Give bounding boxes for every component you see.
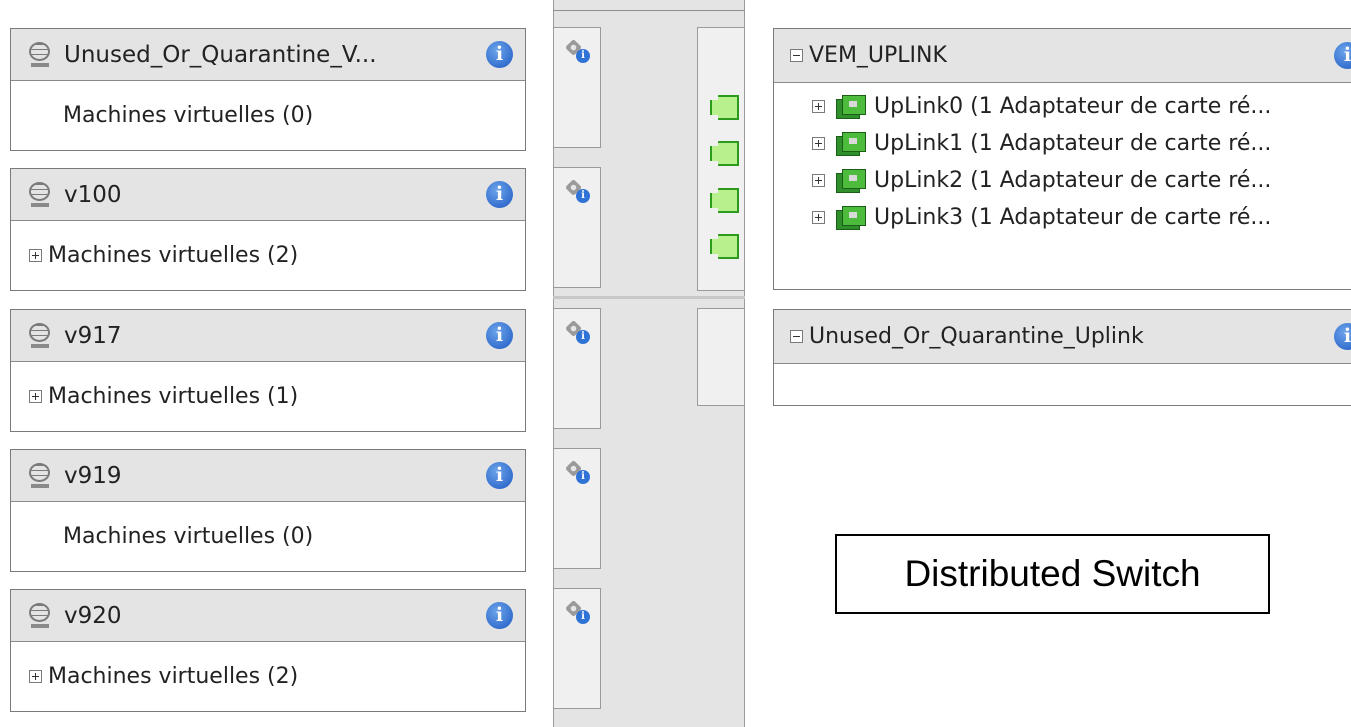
uplink-group-panel: VEM_UPLINK i UpLink0 (1 Adaptateur de ca… [773,28,1351,290]
vm-list-row: Machines virtuelles (0) [11,502,525,570]
vm-list-row: Machines virtuelles (1) [11,362,525,430]
collapse-icon[interactable] [790,330,803,343]
vm-list-row: Machines virtuelles (2) [11,221,525,289]
port-settings-icon[interactable]: i [565,460,590,485]
uplink-port-box-1 [697,308,745,406]
port-group-panel: v920 i Machines virtuelles (2) [10,589,526,712]
port-group-name[interactable]: v917 [64,323,122,349]
expand-icon[interactable] [812,174,825,187]
uplink-item[interactable]: UpLink0 (1 Adaptateur de carte ré... [774,88,1351,125]
caption-label: Distributed Switch [835,534,1270,614]
vm-count-label[interactable]: Machines virtuelles (1) [48,384,298,409]
info-icon[interactable]: i [486,322,513,349]
network-adapter-icon [836,94,866,119]
uplink-group-panel: Unused_Or_Quarantine_Uplink i [773,309,1351,406]
port-box-0[interactable]: i [553,27,601,148]
port-settings-icon[interactable]: i [565,179,590,204]
vm-count-label: Machines virtuelles (0) [63,102,314,128]
vm-list-row: Machines virtuelles (2) [11,642,525,710]
network-adapter-icon [836,131,866,156]
uplink-group-header[interactable]: Unused_Or_Quarantine_Uplink i [774,310,1351,364]
port-group-name[interactable]: v919 [64,463,122,489]
collapse-icon[interactable] [790,49,803,62]
port-group-name[interactable]: Unused_Or_Quarantine_V... [64,42,377,68]
uplink-label[interactable]: UpLink2 (1 Adaptateur de carte ré... [874,168,1271,193]
port-group-panel: v100 i Machines virtuelles (2) [10,168,526,291]
vm-count-label: Machines virtuelles (0) [63,523,314,549]
network-adapter-icon [836,168,866,193]
port-group-name[interactable]: v920 [64,603,122,629]
port-group-header[interactable]: Unused_Or_Quarantine_V... i [11,29,525,81]
globe-icon [28,41,52,68]
port-group-header[interactable]: v100 i [11,169,525,221]
network-adapter-icon [836,205,866,230]
uplink-label[interactable]: UpLink0 (1 Adaptateur de carte ré... [874,94,1271,119]
info-icon[interactable]: i [486,602,513,629]
expand-icon[interactable] [29,389,42,403]
port-settings-icon[interactable]: i [565,600,590,625]
port-box-2[interactable]: i [553,308,601,429]
uplink-item[interactable]: UpLink2 (1 Adaptateur de carte ré... [774,162,1351,199]
port-box-1[interactable]: i [553,167,601,288]
port-group-panel: v917 i Machines virtuelles (1) [10,309,526,432]
info-icon[interactable]: i [1334,323,1351,350]
uplink-label[interactable]: UpLink1 (1 Adaptateur de carte ré... [874,131,1271,156]
info-icon[interactable]: i [486,41,513,68]
uplink-label[interactable]: UpLink3 (1 Adaptateur de carte ré... [874,205,1271,230]
port-group-header[interactable]: v920 i [11,590,525,642]
uplink-item[interactable]: UpLink1 (1 Adaptateur de carte ré... [774,125,1351,162]
vm-count-label[interactable]: Machines virtuelles (2) [48,664,298,689]
uplink-group-header[interactable]: VEM_UPLINK i [774,29,1351,83]
port-box-3[interactable]: i [553,448,601,569]
uplink-list: UpLink0 (1 Adaptateur de carte ré... UpL… [774,83,1351,236]
expand-icon[interactable] [812,211,825,224]
globe-icon [28,181,52,208]
vm-count-label[interactable]: Machines virtuelles (2) [48,243,298,268]
port-group-header[interactable]: v917 i [11,310,525,362]
expand-icon[interactable] [812,100,825,113]
uplink-item[interactable]: UpLink3 (1 Adaptateur de carte ré... [774,199,1351,236]
port-settings-icon[interactable]: i [565,39,590,64]
port-group-panel: v919 i Machines virtuelles (0) [10,449,526,572]
expand-icon[interactable] [29,669,42,683]
port-group-panel: Unused_Or_Quarantine_V... i Machines vir… [10,28,526,151]
port-box-4[interactable]: i [553,588,601,709]
expand-icon[interactable] [29,248,42,262]
port-settings-icon[interactable]: i [565,320,590,345]
port-group-name[interactable]: v100 [64,182,122,208]
divider [553,296,745,299]
port-group-header[interactable]: v919 i [11,450,525,502]
info-icon[interactable]: i [1334,42,1351,69]
globe-icon [28,462,52,489]
vm-list-row: Machines virtuelles (0) [11,81,525,149]
uplink-group-name[interactable]: Unused_Or_Quarantine_Uplink [809,324,1144,349]
uplink-group-name[interactable]: VEM_UPLINK [809,43,947,68]
divider [553,10,745,11]
info-icon[interactable]: i [486,462,513,489]
info-icon[interactable]: i [486,181,513,208]
globe-icon [28,602,52,629]
globe-icon [28,322,52,349]
expand-icon[interactable] [812,137,825,150]
